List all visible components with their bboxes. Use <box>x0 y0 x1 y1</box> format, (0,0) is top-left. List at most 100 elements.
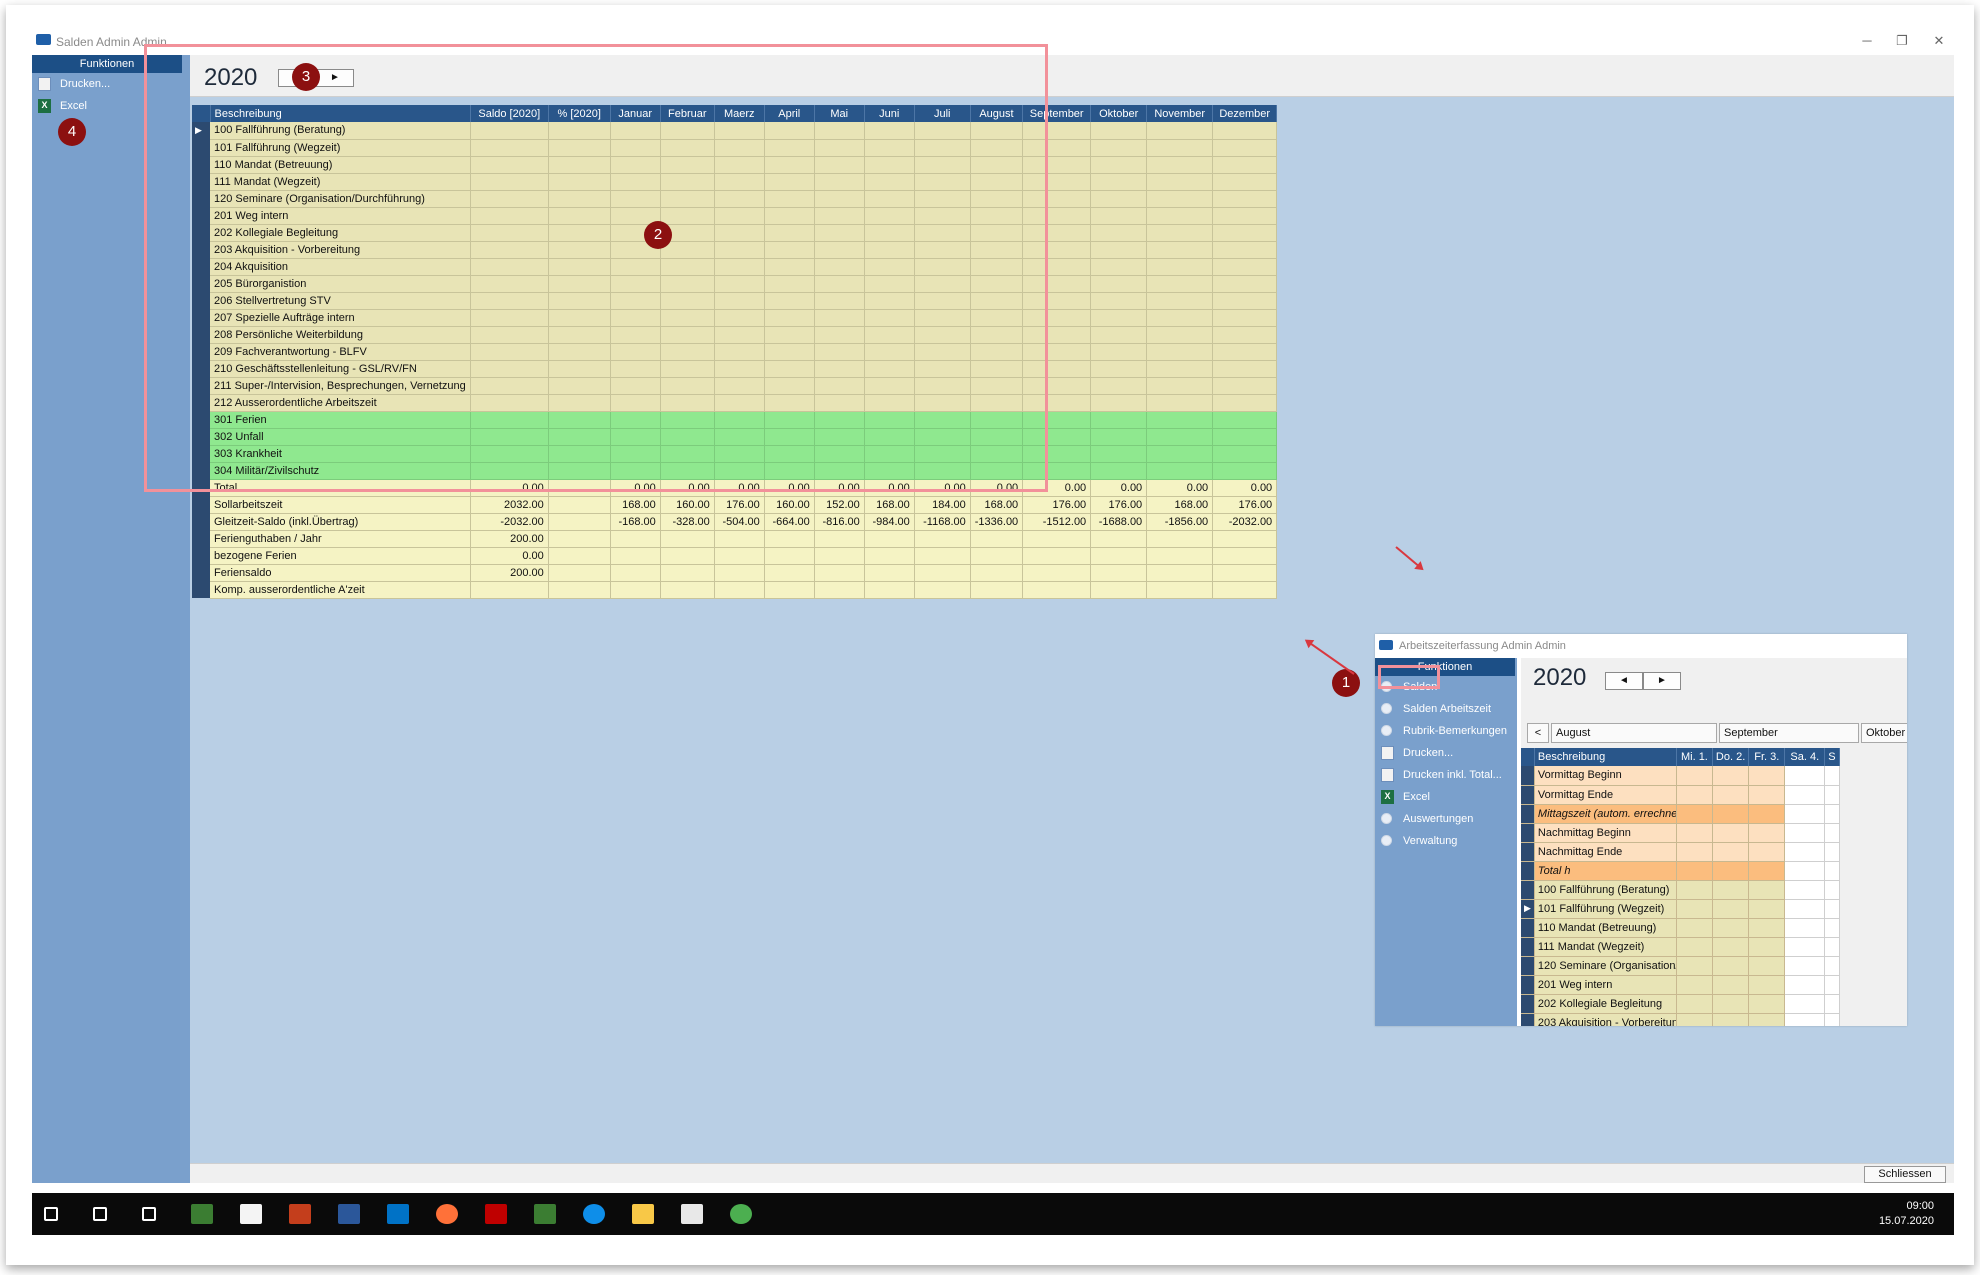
table-cell[interactable]: 160.00 <box>764 496 815 514</box>
minimize-button[interactable]: ─ <box>1852 31 1882 51</box>
table-cell[interactable] <box>610 564 661 582</box>
row-selector[interactable] <box>1521 1013 1535 1026</box>
table-cell[interactable] <box>1146 173 1214 191</box>
inset-table-cell[interactable] <box>1676 823 1713 843</box>
table-cell[interactable]: 184.00 <box>914 496 971 514</box>
table-cell[interactable] <box>764 581 815 599</box>
inset-table-cell[interactable] <box>1712 861 1750 881</box>
table-cell[interactable]: 200.00 <box>470 564 549 582</box>
table-cell[interactable] <box>1090 241 1148 259</box>
table-cell[interactable] <box>814 581 865 599</box>
table-cell[interactable]: 160.00 <box>660 496 715 514</box>
table-cell[interactable] <box>1022 547 1092 565</box>
row-selector[interactable] <box>192 547 210 564</box>
table-cell[interactable] <box>1090 581 1148 599</box>
table-cell[interactable]: -504.00 <box>714 513 765 531</box>
table-cell[interactable]: 0.00 <box>1090 479 1148 497</box>
table-cell[interactable] <box>1146 207 1214 225</box>
table-cell[interactable]: -2032.00 <box>470 513 549 531</box>
table-cell[interactable]: 176.00 <box>1090 496 1148 514</box>
file-icon[interactable] <box>240 1204 262 1224</box>
inset-table-cell[interactable] <box>1712 766 1750 786</box>
table-cell[interactable] <box>1146 326 1214 344</box>
inset-month-august[interactable]: August <box>1551 723 1717 743</box>
inset-table-cell[interactable] <box>1712 975 1750 995</box>
table-cell[interactable] <box>1090 411 1148 429</box>
table-row[interactable]: Komp. ausserordentliche A'zeit <box>192 581 1278 599</box>
table-row[interactable]: bezogene Ferien 0.00 <box>192 547 1278 565</box>
inset-table-row[interactable]: Vormittag Ende <box>1521 785 1840 805</box>
table-row[interactable]: Sollarbeitszeit 2032.00 168.00 160.00 176.00… <box>192 496 1278 514</box>
search-icon[interactable] <box>93 1207 107 1221</box>
inset-table-cell[interactable] <box>1676 766 1713 786</box>
inset-table-cell[interactable] <box>1676 899 1713 919</box>
table-cell[interactable] <box>970 530 1024 548</box>
table-cell[interactable] <box>548 496 611 514</box>
table-cell[interactable]: -1168.00 <box>914 513 971 531</box>
table-cell[interactable] <box>1146 411 1214 429</box>
table-cell[interactable] <box>1090 530 1148 548</box>
inset-table-cell[interactable] <box>1712 918 1750 938</box>
table-cell[interactable] <box>1090 564 1148 582</box>
inset-sidebar-item[interactable]: X Excel <box>1375 786 1517 808</box>
inset-table-row[interactable]: 110 Mandat (Betreuung) <box>1521 918 1840 938</box>
inset-table-cell[interactable] <box>1784 785 1826 805</box>
inset-table-cell[interactable] <box>1784 842 1826 862</box>
table-cell[interactable] <box>548 547 611 565</box>
table-cell[interactable] <box>1146 581 1214 599</box>
inset-sidebar-item[interactable]: Salden Arbeitszeit <box>1375 698 1517 720</box>
row-selector[interactable] <box>192 496 210 513</box>
row-selector[interactable] <box>1521 766 1535 786</box>
table-cell[interactable] <box>1212 445 1278 463</box>
table-cell[interactable]: -1688.00 <box>1090 513 1148 531</box>
inset-table-cell[interactable] <box>1748 785 1786 805</box>
inset-table-cell[interactable] <box>1824 861 1840 881</box>
table-cell[interactable] <box>1146 292 1214 310</box>
table-cell[interactable] <box>1212 530 1278 548</box>
inset-table-cell[interactable] <box>1784 861 1826 881</box>
table-row[interactable]: Ferienguthaben / Jahr 200.00 <box>192 530 1278 548</box>
table-cell[interactable]: -2032.00 <box>1212 513 1278 531</box>
table-cell[interactable] <box>1212 394 1278 412</box>
table-cell[interactable] <box>1090 275 1148 293</box>
inset-table-cell[interactable] <box>1824 918 1840 938</box>
ecore-icon[interactable] <box>681 1204 703 1224</box>
table-cell[interactable]: 168.00 <box>1146 496 1214 514</box>
inset-table-cell[interactable] <box>1676 975 1713 995</box>
inset-table-cell[interactable] <box>1748 804 1786 824</box>
task-view-icon[interactable] <box>142 1207 156 1221</box>
table-cell[interactable] <box>1146 258 1214 276</box>
inset-table-cell[interactable] <box>1748 842 1786 862</box>
column-header[interactable]: November <box>1146 105 1214 122</box>
inset-sidebar-item[interactable]: Verwaltung <box>1375 830 1517 852</box>
table-cell[interactable] <box>1090 258 1148 276</box>
table-cell[interactable] <box>1090 445 1148 463</box>
table-cell[interactable] <box>1090 173 1148 191</box>
table-cell[interactable]: -328.00 <box>660 513 715 531</box>
inset-table-cell[interactable] <box>1824 975 1840 995</box>
table-cell[interactable] <box>1146 428 1214 446</box>
row-selector[interactable] <box>1521 937 1535 957</box>
inset-table-cell[interactable] <box>1712 842 1750 862</box>
inset-table-cell[interactable] <box>1712 899 1750 919</box>
table-cell[interactable] <box>1146 564 1214 582</box>
table-cell[interactable] <box>610 547 661 565</box>
inset-column-header[interactable]: Beschreibung <box>1534 748 1677 766</box>
row-selector[interactable] <box>192 513 210 530</box>
table-cell[interactable] <box>1090 394 1148 412</box>
table-cell[interactable] <box>1090 360 1148 378</box>
inset-table-cell[interactable] <box>1824 823 1840 843</box>
table-cell[interactable]: -1856.00 <box>1146 513 1214 531</box>
table-cell[interactable] <box>1146 445 1214 463</box>
table-cell[interactable]: 152.00 <box>814 496 865 514</box>
inset-table-cell[interactable] <box>1784 1013 1826 1026</box>
table-cell[interactable] <box>1212 122 1278 140</box>
table-cell[interactable]: 0.00 <box>470 547 549 565</box>
powerpoint-icon[interactable] <box>289 1204 311 1224</box>
table-cell[interactable] <box>714 547 765 565</box>
table-cell[interactable] <box>914 547 971 565</box>
inset-table-cell[interactable] <box>1748 937 1786 957</box>
table-cell[interactable] <box>1212 190 1278 208</box>
table-cell[interactable] <box>1090 156 1148 174</box>
table-cell[interactable]: 176.00 <box>1022 496 1092 514</box>
